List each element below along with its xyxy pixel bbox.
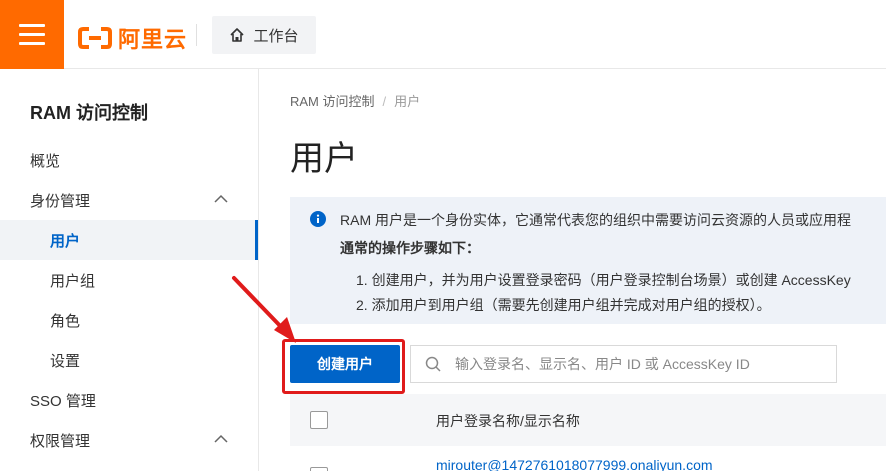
menu-icon-bar [19, 33, 45, 36]
row-checkbox[interactable] [310, 467, 328, 471]
page-title: 用户 [290, 140, 358, 178]
breadcrumb-separator: / [382, 94, 387, 109]
sidebar-item-permission-management[interactable]: 权限管理 [0, 420, 258, 460]
sidebar-title: RAM 访问控制 [30, 103, 148, 123]
info-notice: RAM 用户是一个身份实体，它通常代表您的组织中需要访问云资源的人员或应用程 通… [290, 197, 886, 324]
sidebar-item-overview[interactable]: 概览 [0, 140, 258, 180]
create-user-button[interactable]: 创建用户 [290, 345, 400, 383]
home-icon [230, 28, 245, 42]
sidebar-item-label: 身份管理 [30, 192, 91, 210]
breadcrumb: RAM 访问控制 / 用户 [290, 91, 420, 110]
top-bar: 阿里云 工作台 [0, 0, 886, 69]
sidebar-item-user-groups[interactable]: 用户组 [0, 260, 258, 300]
breadcrumb-link-ram[interactable]: RAM 访问控制 [290, 94, 375, 109]
user-login-link[interactable]: mirouter@1472761018077999.onaliyun.com [436, 457, 713, 471]
notice-step-2: 2. 添加用户到用户组（需要先创建用户组并完成对用户组的授权）。 [356, 297, 771, 313]
sidebar-item-label: 用户 [50, 232, 81, 250]
chevron-up-icon [214, 434, 228, 443]
logo-text: 阿里云 [118, 27, 188, 52]
search-input[interactable] [453, 355, 827, 373]
sidebar-item-roles[interactable]: 角色 [0, 300, 258, 340]
sidebar-item-settings[interactable]: 设置 [0, 340, 258, 380]
search-icon [425, 356, 441, 372]
sidebar-item-label: 设置 [50, 352, 81, 370]
sidebar-item-users[interactable]: 用户 [0, 220, 258, 260]
header-divider [196, 24, 197, 46]
menu-icon-bar [19, 24, 45, 27]
notice-description: RAM 用户是一个身份实体，它通常代表您的组织中需要访问云资源的人员或应用程 [340, 212, 851, 228]
main-content: RAM 访问控制 / 用户 用户 RAM 用户是一个身份实体，它通常代表您的组织中需… [260, 69, 886, 471]
sidebar-item-label: 角色 [50, 312, 81, 330]
aliyun-logo-icon [78, 27, 112, 49]
notice-steps-heading: 通常的操作步骤如下： [340, 240, 480, 256]
breadcrumb-current: 用户 [394, 94, 421, 109]
sidebar-item-sso-management[interactable]: SSO 管理 [0, 380, 258, 420]
workbench-button[interactable]: 工作台 [212, 16, 316, 54]
workbench-label: 工作台 [253, 27, 299, 45]
column-header-login-name: 用户登录名称/显示名称 [436, 413, 580, 429]
aliyun-logo[interactable]: 阿里云 [78, 22, 187, 54]
menu-icon-bar [19, 42, 45, 45]
sidebar-item-label: SSO 管理 [30, 392, 96, 410]
chevron-up-icon [214, 194, 228, 203]
sidebar-item-label: 用户组 [50, 272, 96, 290]
sidebar-item-identity-management[interactable]: 身份管理 [0, 180, 258, 220]
sidebar: RAM 访问控制 概览 身份管理 用户 用户组 角色 设置 SSO 管理 权限管… [0, 69, 259, 471]
sidebar-item-label: 概览 [30, 152, 61, 170]
sidebar-item-label: 权限管理 [30, 432, 91, 450]
notice-step-1: 1. 创建用户，并为用户设置登录密码（用户登录控制台场景）或创建 AccessK… [356, 272, 851, 288]
user-search [410, 345, 837, 383]
select-all-checkbox[interactable] [310, 411, 328, 429]
hamburger-menu-button[interactable] [0, 0, 64, 69]
table-header: 用户登录名称/显示名称 [290, 394, 886, 446]
info-icon [310, 211, 326, 227]
